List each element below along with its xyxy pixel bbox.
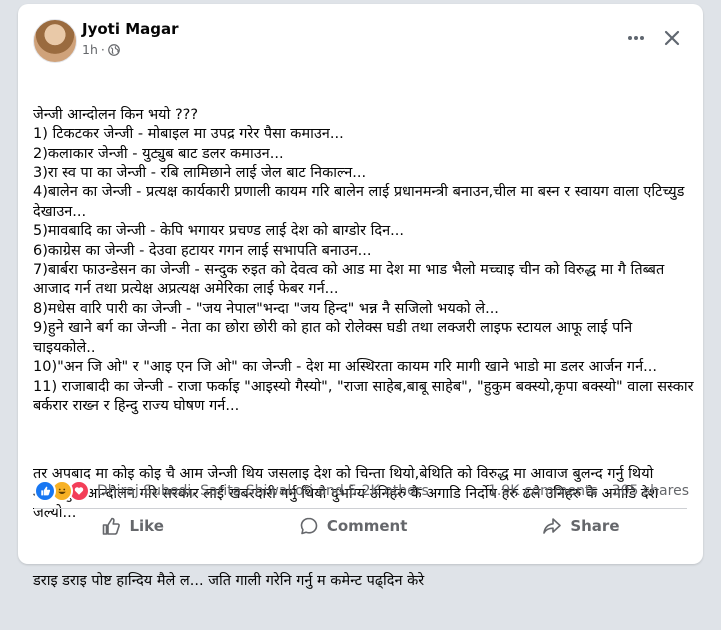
- post-body: जेन्जी आन्दोलन किन भयो ??? 1) टिकटकर जेन…: [33, 67, 698, 630]
- reaction-names[interactable]: Dhiraj Subedi, Sarita Shiwakoti and 5.2K…: [97, 483, 429, 499]
- share-label: Share: [570, 517, 620, 535]
- meta-dot: ·: [100, 42, 105, 57]
- like-label: Like: [129, 517, 164, 535]
- post-meta: 1h ·: [82, 42, 120, 57]
- close-icon[interactable]: [658, 24, 686, 52]
- like-button[interactable]: Like: [71, 512, 193, 540]
- post-paragraph-1: जेन्जी आन्दोलन किन भयो ??? 1) टिकटकर जेन…: [33, 106, 694, 414]
- reactions-bar: Dhiraj Subedi, Sarita Shiwakoti and 5.2K…: [34, 480, 689, 502]
- comments-count[interactable]: 1.9K comments: [488, 483, 598, 499]
- shares-count[interactable]: 305 shares: [612, 483, 689, 499]
- reaction-icons[interactable]: [34, 480, 90, 502]
- share-button[interactable]: Share: [512, 512, 649, 540]
- globe-icon: [108, 43, 120, 56]
- author-name[interactable]: Jyoti Magar: [82, 20, 179, 38]
- author-avatar[interactable]: [33, 19, 77, 63]
- divider: [34, 508, 687, 509]
- post-time[interactable]: 1h: [82, 42, 98, 57]
- post-card: Jyoti Magar 1h · जेन्जी आन्दोलन किन भयो …: [18, 4, 703, 589]
- thumbs-up-icon: [103, 517, 121, 535]
- engagement-counts: 1.9K comments 305 shares: [488, 483, 689, 499]
- comment-button[interactable]: Comment: [269, 512, 438, 540]
- share-icon: [543, 518, 562, 534]
- post-paragraph-3: डराइ डराइ पोष्ट हान्दिय मैले ल... जति गा…: [33, 573, 425, 590]
- like-icon: [34, 480, 56, 502]
- comment-icon: [300, 517, 318, 535]
- action-bar: Like Comment Share: [34, 510, 687, 542]
- more-options-icon[interactable]: [622, 24, 650, 52]
- comment-label: Comment: [326, 517, 408, 535]
